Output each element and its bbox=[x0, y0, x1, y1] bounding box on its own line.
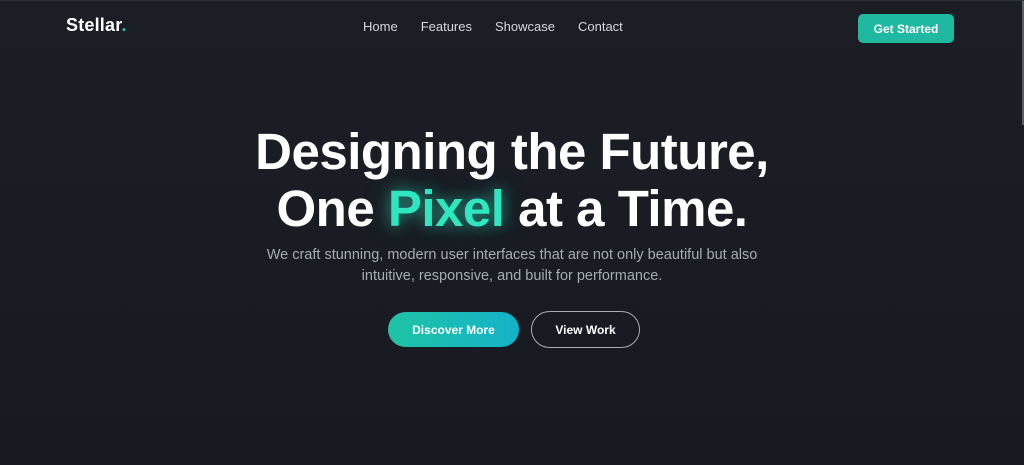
brand-name: Stellar bbox=[66, 15, 122, 35]
hero-buttons: Discover More View Work bbox=[0, 311, 1024, 348]
hero-headline: Designing the Future, One Pixel at a Tim… bbox=[0, 123, 1024, 237]
hero-section: Designing the Future, One Pixel at a Tim… bbox=[0, 123, 1024, 348]
nav-links: Home Features Showcase Contact bbox=[363, 19, 623, 34]
brand-dot: . bbox=[121, 15, 127, 35]
headline-accent-word: Pixel bbox=[387, 180, 505, 237]
nav-link-features[interactable]: Features bbox=[421, 19, 472, 34]
headline-line-1: Designing the Future, bbox=[255, 123, 769, 180]
landing-page: Stellar. Home Features Showcase Contact … bbox=[0, 0, 1024, 465]
discover-more-button[interactable]: Discover More bbox=[388, 312, 519, 347]
hero-subtext: We craft stunning, modern user interface… bbox=[266, 247, 758, 284]
headline-line-2-start: One bbox=[276, 180, 375, 237]
headline-line-2-end: at a Time. bbox=[518, 180, 748, 237]
brand-logo[interactable]: Stellar. bbox=[66, 15, 127, 36]
nav-link-contact[interactable]: Contact bbox=[578, 19, 623, 34]
nav-link-showcase[interactable]: Showcase bbox=[495, 19, 555, 34]
nav-link-home[interactable]: Home bbox=[363, 19, 398, 34]
view-work-button[interactable]: View Work bbox=[531, 311, 640, 348]
get-started-button[interactable]: Get Started bbox=[858, 14, 954, 43]
navbar: Stellar. Home Features Showcase Contact … bbox=[0, 1, 1024, 55]
